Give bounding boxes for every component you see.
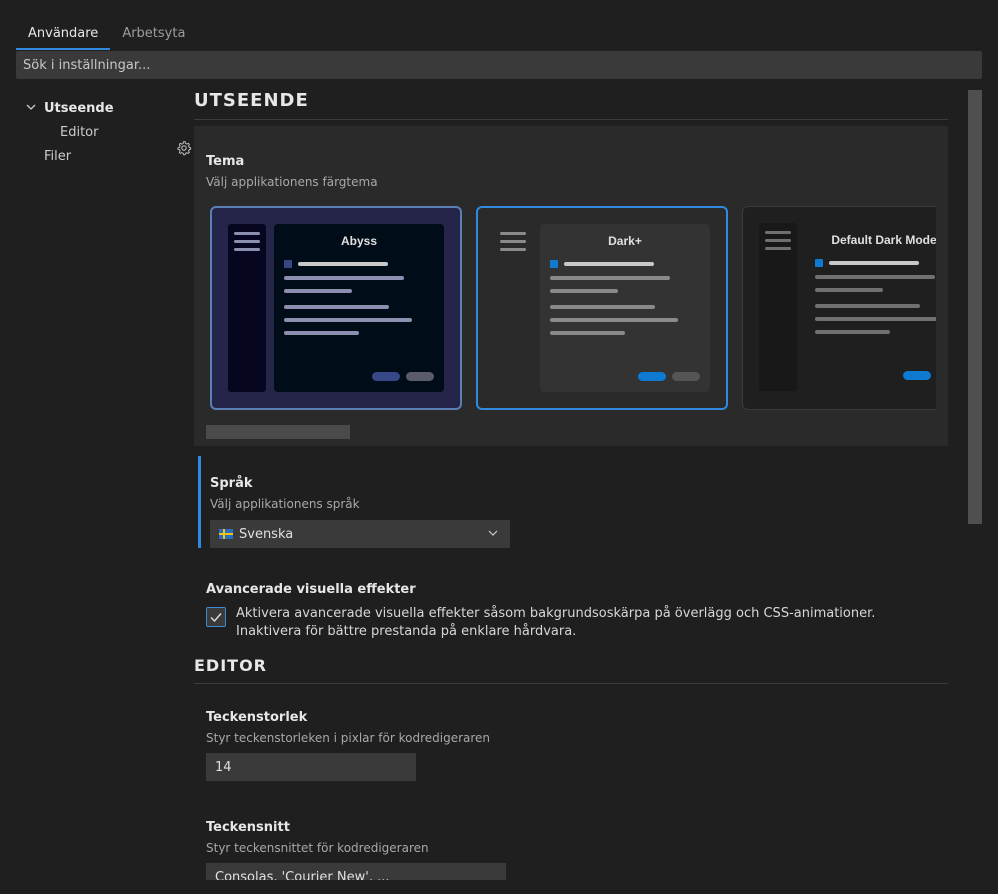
setting-description: Styr teckensnittet för kodredigeraren — [206, 841, 429, 855]
section-editor: EDITOR — [194, 656, 948, 684]
setting-title: Tema — [206, 154, 245, 169]
check-icon — [210, 613, 222, 623]
setting-description: Välj applikationens färgtema — [206, 175, 378, 189]
language-value: Svenska — [239, 526, 294, 542]
toc-item-filer[interactable]: Filer — [16, 144, 176, 168]
theme-preview-sidebar — [759, 223, 797, 391]
section-title-utseende: UTSEENDE — [194, 90, 948, 120]
theme-preview-panel: Dark+ — [540, 224, 710, 392]
language-select[interactable]: Svenska — [210, 520, 510, 548]
setting-description: Välj applikationens språk — [210, 497, 360, 511]
setting-sprak: Språk Välj applikationens språk Svenska — [198, 456, 948, 548]
font-size-input[interactable]: 14 — [206, 753, 416, 781]
theme-preview-panel: Default Dark Modern — [805, 223, 936, 391]
theme-cards: Abyss Dark+ Default Dark Modern — [210, 206, 936, 412]
toc-item-label: Filer — [44, 148, 72, 164]
theme-card[interactable]: Default Dark Modern — [742, 206, 936, 410]
toc-item-utseende[interactable]: Utseende — [16, 96, 176, 120]
theme-name: Default Dark Modern — [831, 233, 936, 247]
swedish-flag-icon — [219, 529, 233, 539]
setting-tema: Tema Välj applikationens färgtema Abyss D… — [194, 126, 948, 446]
toc-item-label: Editor — [60, 124, 99, 140]
setting-teckenstorlek: Teckenstorlek Styr teckenstorleken i pix… — [206, 710, 948, 781]
table-of-contents: Utseende Editor Filer — [16, 96, 176, 168]
toc-item-editor[interactable]: Editor — [16, 120, 176, 144]
theme-card[interactable]: Abyss — [210, 206, 462, 410]
settings-tabs: Användare Arbetsyta — [16, 22, 197, 50]
tab-user[interactable]: Användare — [16, 22, 111, 50]
toc-item-label: Utseende — [44, 100, 114, 116]
theme-card[interactable]: Dark+ — [476, 206, 728, 410]
setting-teckensnitt: Teckensnitt Styr teckensnittet för kodre… — [206, 820, 948, 880]
font-family-input[interactable]: Consolas, 'Courier New', ... — [206, 863, 506, 880]
setting-title: Avancerade visuella effekter — [206, 582, 416, 597]
visual-effects-checkbox[interactable] — [206, 607, 226, 627]
setting-title: Teckensnitt — [206, 820, 290, 835]
setting-description: Styr teckenstorleken i pixlar för kodred… — [206, 731, 491, 745]
section-title-editor: EDITOR — [194, 656, 948, 684]
horizontal-scrollbar[interactable] — [206, 425, 350, 439]
vertical-scrollbar-thumb[interactable] — [968, 90, 982, 524]
setting-title: Teckenstorlek — [206, 710, 308, 725]
gear-icon[interactable] — [176, 140, 192, 156]
theme-preview-sidebar — [494, 224, 532, 392]
chevron-down-icon — [487, 527, 499, 539]
theme-preview-sidebar — [228, 224, 266, 392]
setting-title: Språk — [210, 476, 253, 491]
checkbox-label: Aktivera avancerade visuella effekter så… — [236, 606, 876, 639]
chevron-down-icon — [26, 102, 38, 115]
search-input[interactable] — [23, 57, 975, 73]
setting-avancerade: Avancerade visuella effekter Aktivera av… — [206, 582, 948, 641]
tab-workspace[interactable]: Arbetsyta — [110, 22, 197, 50]
settings-content: UTSEENDE Tema Välj applikationens färgte… — [194, 90, 948, 880]
theme-name: Abyss — [340, 234, 378, 248]
theme-preview-panel: Abyss — [274, 224, 444, 392]
search-box — [16, 51, 982, 79]
theme-name: Dark+ — [608, 234, 642, 248]
